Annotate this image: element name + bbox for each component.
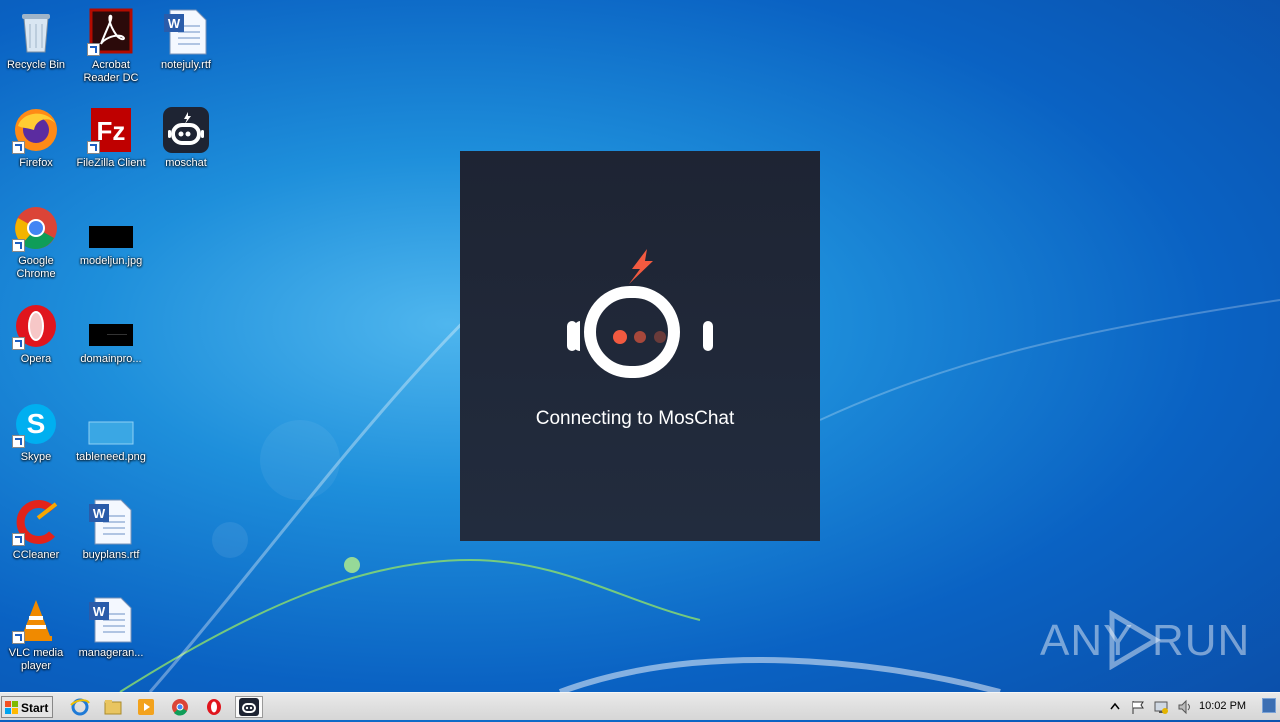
desktop-icon-ccleaner[interactable]: CCleaner bbox=[0, 498, 74, 562]
svg-text:W: W bbox=[93, 506, 106, 521]
desktop-icon-domainpro[interactable]: domainpro... bbox=[73, 302, 149, 366]
image-file-icon bbox=[87, 302, 135, 350]
desktop-icon-vlc[interactable]: VLC media player bbox=[0, 596, 74, 673]
icon-label: Firefox bbox=[19, 157, 53, 169]
icon-label: CCleaner bbox=[12, 549, 60, 561]
moschat-splash-window: Connecting to MosChat bbox=[460, 151, 820, 541]
desktop-icon-chrome[interactable]: Google Chrome bbox=[0, 204, 74, 281]
icon-label: Google Chrome bbox=[16, 255, 56, 280]
svg-text:W: W bbox=[168, 16, 181, 31]
chrome-icon bbox=[12, 204, 60, 252]
shortcut-arrow-icon bbox=[87, 43, 100, 56]
desktop-icon-buyplans[interactable]: W buyplans.rtf bbox=[73, 498, 149, 562]
vlc-icon bbox=[12, 596, 60, 644]
shortcut-arrow-icon bbox=[87, 141, 100, 154]
icon-label: modeljun.jpg bbox=[79, 255, 143, 267]
desktop-icon-tableneed[interactable]: tableneed.png bbox=[73, 400, 149, 464]
icon-label: Recycle Bin bbox=[6, 59, 66, 71]
icon-label: moschat bbox=[165, 157, 207, 169]
desktop-icon-notejuly[interactable]: W notejuly.rtf bbox=[148, 8, 224, 72]
taskbar-ie-icon[interactable] bbox=[69, 697, 91, 717]
desktop-icon-manageran[interactable]: W manageran... bbox=[73, 596, 149, 660]
start-button[interactable]: Start bbox=[1, 696, 53, 718]
desktop-icon-moschat[interactable]: moschat bbox=[148, 106, 224, 170]
volume-icon[interactable] bbox=[1177, 699, 1193, 715]
tray-show-hidden-icon[interactable] bbox=[1110, 699, 1120, 715]
shortcut-arrow-icon bbox=[12, 631, 25, 644]
desktop-icon-filezilla[interactable]: Fz FileZilla Client bbox=[73, 106, 149, 170]
desktop-icon-skype[interactable]: S Skype bbox=[0, 400, 74, 464]
svg-text:Fz: Fz bbox=[97, 116, 126, 146]
shortcut-arrow-icon bbox=[12, 141, 25, 154]
taskbar-clock[interactable]: 10:02 PM bbox=[1199, 700, 1246, 712]
icon-label: VLC media player bbox=[8, 647, 64, 672]
desktop-icon-firefox[interactable]: Firefox bbox=[0, 106, 74, 170]
desktop-icon-recycle-bin[interactable]: Recycle Bin bbox=[0, 8, 74, 72]
image-file-icon bbox=[87, 204, 135, 252]
icon-label: notejuly.rtf bbox=[161, 59, 211, 71]
moschat-icon bbox=[162, 106, 210, 154]
word-document-icon: W bbox=[87, 596, 135, 644]
taskbar: Start 10:02 PM bbox=[0, 692, 1280, 720]
connecting-message: Connecting to MosChat bbox=[535, 408, 735, 429]
desktop-icon-acrobat[interactable]: Acrobat Reader DC bbox=[73, 8, 149, 85]
firefox-icon bbox=[12, 106, 60, 154]
shortcut-arrow-icon bbox=[12, 435, 25, 448]
network-icon[interactable] bbox=[1153, 699, 1169, 715]
shortcut-arrow-icon bbox=[12, 337, 25, 350]
icon-label: tableneed.png bbox=[76, 451, 146, 463]
icon-label: FileZilla Client bbox=[76, 157, 146, 169]
word-document-icon: W bbox=[87, 498, 135, 546]
image-file-icon bbox=[87, 400, 135, 448]
icon-label: Acrobat Reader DC bbox=[83, 59, 139, 84]
anyrun-watermark: ANY RUN bbox=[1040, 610, 1249, 672]
desktop-icon-modeljun[interactable]: modeljun.jpg bbox=[73, 204, 149, 268]
taskbar-explorer-icon[interactable] bbox=[102, 697, 124, 717]
skype-icon: S bbox=[12, 400, 60, 448]
taskbar-chrome-icon[interactable] bbox=[169, 697, 191, 717]
icon-label: manageran... bbox=[78, 647, 144, 659]
opera-icon bbox=[12, 302, 60, 350]
svg-text:W: W bbox=[93, 604, 106, 619]
shortcut-arrow-icon bbox=[12, 239, 25, 252]
taskbar-moschat-icon[interactable] bbox=[235, 696, 263, 718]
taskbar-opera-icon[interactable] bbox=[203, 697, 225, 717]
action-center-flag-icon[interactable] bbox=[1130, 699, 1146, 715]
recycle-bin-icon bbox=[12, 8, 60, 56]
desktop-icon-opera[interactable]: Opera bbox=[0, 302, 74, 366]
svg-text:S: S bbox=[27, 408, 46, 439]
ccleaner-icon bbox=[12, 498, 60, 546]
acrobat-icon bbox=[87, 8, 135, 56]
word-document-icon: W bbox=[162, 8, 210, 56]
windows-flag-icon bbox=[5, 701, 18, 714]
icon-label: buyplans.rtf bbox=[82, 549, 140, 561]
icon-label: Opera bbox=[20, 353, 52, 365]
show-desktop-button[interactable] bbox=[1262, 698, 1276, 713]
shortcut-arrow-icon bbox=[12, 533, 25, 546]
icon-label: Skype bbox=[20, 451, 52, 463]
start-label: Start bbox=[21, 701, 49, 715]
filezilla-icon: Fz bbox=[87, 106, 135, 154]
watermark-text-right: RUN bbox=[1152, 616, 1251, 665]
icon-label: domainpro... bbox=[80, 353, 142, 365]
taskbar-media-player-icon[interactable] bbox=[135, 697, 157, 717]
moschat-logo-icon bbox=[567, 249, 713, 378]
